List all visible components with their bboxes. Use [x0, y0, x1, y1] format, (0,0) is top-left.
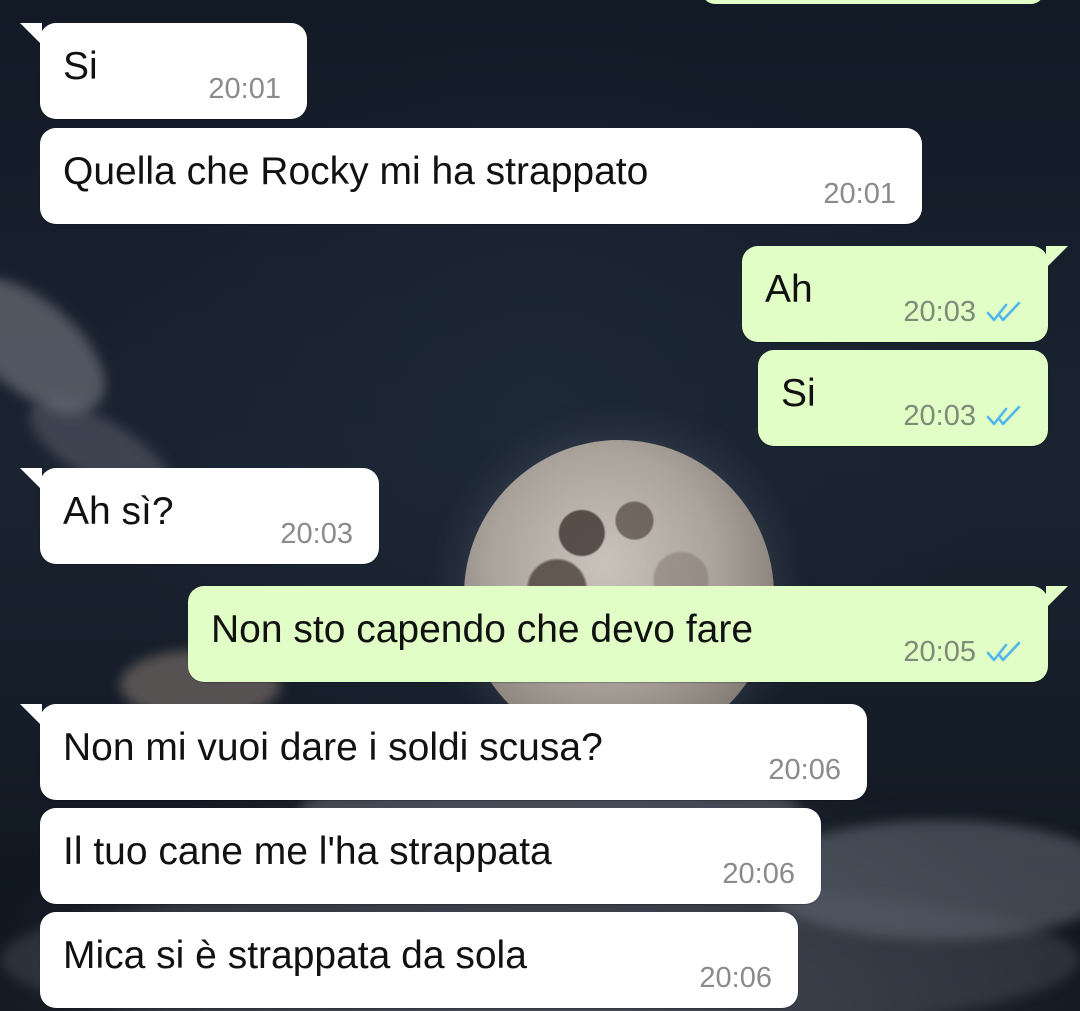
- message-meta: 20:06: [768, 754, 841, 786]
- message-meta: 20:06: [699, 962, 772, 994]
- message-bubble-incoming[interactable]: Non mi vuoi dare i soldi scusa? 20:06: [20, 704, 867, 800]
- message-bubble-incoming[interactable]: Il tuo cane me l'ha strappata 20:06: [40, 808, 821, 904]
- message-bubble-outgoing[interactable]: Non sto capendo che devo fare 20:05: [188, 586, 1068, 682]
- message-time: 20:03: [903, 296, 976, 328]
- message-time: 20:06: [699, 962, 772, 994]
- message-bubble-outgoing[interactable]: Ah 20:03: [742, 246, 1068, 342]
- message-meta: 20:03: [903, 296, 1024, 328]
- message-meta: 20:01: [823, 178, 896, 210]
- message-time: 20:01: [208, 73, 281, 105]
- message-time: 20:03: [903, 400, 976, 432]
- read-receipt-icon: [986, 405, 1021, 426]
- message-text: Si: [781, 372, 816, 415]
- read-receipt-icon: [986, 641, 1021, 662]
- message-bubble-incoming[interactable]: Ah sì? 20:03: [20, 468, 379, 564]
- message-text: Ah sì?: [63, 490, 174, 533]
- message-text: Non sto capendo che devo fare: [211, 608, 754, 651]
- message-text: Il tuo cane me l'ha strappata: [63, 830, 552, 873]
- message-text: Non mi vuoi dare i soldi scusa?: [63, 726, 603, 769]
- message-text: Ah: [765, 268, 813, 311]
- message-text: Si: [63, 45, 98, 88]
- message-time: 20:05: [903, 636, 976, 668]
- message-time: 20:06: [768, 754, 841, 786]
- message-bubble-incoming[interactable]: Si 20:01: [20, 23, 307, 119]
- message-time: 20:06: [722, 858, 795, 890]
- message-text: Quella che Rocky mi ha strappato: [63, 150, 649, 193]
- read-receipt-icon: [986, 301, 1021, 322]
- message-time: 20:03: [280, 518, 353, 550]
- message-list[interactable]: Si 20:01 Quella che Rocky mi ha strappat…: [0, 0, 1080, 1011]
- message-bubble-incoming[interactable]: Quella che Rocky mi ha strappato 20:01: [40, 128, 922, 224]
- message-time: 20:01: [823, 178, 896, 210]
- message-bubble-incoming[interactable]: Mica si è strappata da sola 20:06: [40, 912, 798, 1008]
- message-bubble-outgoing[interactable]: Si 20:03: [758, 350, 1048, 446]
- message-meta: 20:03: [280, 518, 353, 550]
- message-text: Mica si è strappata da sola: [63, 934, 527, 977]
- message-meta: 20:01: [208, 73, 281, 105]
- message-meta: 20:05: [903, 636, 1024, 668]
- message-meta: 20:06: [722, 858, 795, 890]
- previous-message-bubble[interactable]: [702, 0, 1044, 4]
- message-meta: 20:03: [903, 400, 1024, 432]
